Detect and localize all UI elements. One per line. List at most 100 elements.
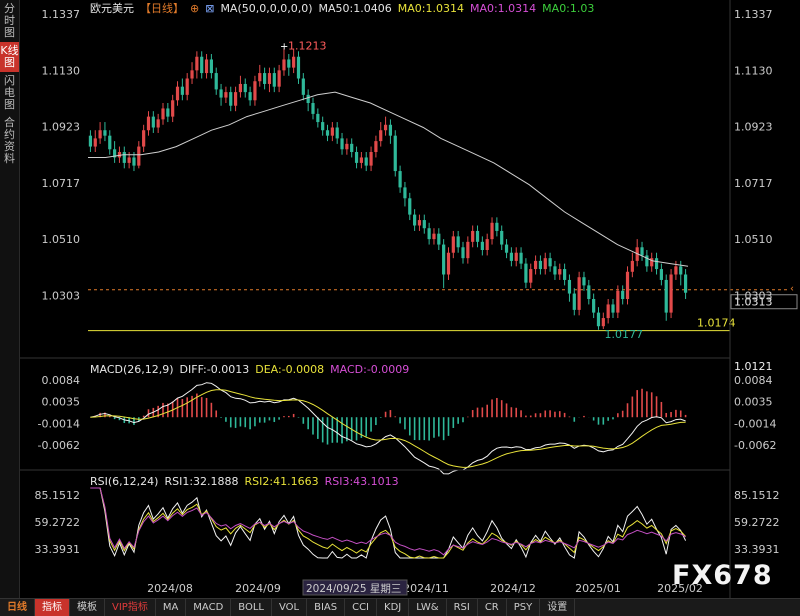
candle [563, 263, 567, 286]
candle [582, 271, 586, 291]
candle [442, 239, 446, 289]
candle [267, 67, 272, 93]
toolbar-tab-11[interactable]: LW& [409, 599, 447, 616]
macd-title: MACD(26,12,9) [90, 363, 174, 376]
macd-diff-line [90, 382, 686, 475]
toolbar-tab-8[interactable]: BIAS [307, 599, 346, 616]
candle [238, 75, 243, 98]
candle [248, 86, 252, 106]
candle [650, 252, 654, 272]
candle [175, 81, 180, 106]
add-icon[interactable]: ⊕ [190, 2, 199, 15]
toolbar-tab-3[interactable]: VIP指标 [105, 599, 156, 616]
chart-canvas[interactable]: 1.01741.0313‹1.01211.1213+1.0177 MACD(26… [0, 0, 800, 598]
candle [601, 312, 605, 329]
toolbar-tab-2[interactable]: 模板 [70, 599, 105, 616]
toolbar-tab-9[interactable]: CCI [345, 599, 378, 616]
toolbar-tab-4[interactable]: MA [156, 599, 187, 616]
candle [572, 288, 576, 316]
candle [616, 285, 620, 319]
tab-kline[interactable]: K线图 [0, 42, 19, 72]
candle [567, 274, 572, 302]
candle [156, 113, 160, 133]
rsi-tick-label: 85.1512 [35, 489, 81, 502]
candle [243, 78, 247, 98]
rsi-title: RSI(6,12,24) [90, 475, 158, 488]
ma0-value-3: MA0:1.03 [542, 2, 594, 15]
candle [427, 222, 431, 245]
chart-type-icon[interactable]: ⊠ [205, 2, 214, 15]
toolbar-tab-13[interactable]: CR [478, 599, 507, 616]
candle [345, 138, 349, 155]
candle [214, 67, 218, 95]
svg-text:2024/09/25 星期三: 2024/09/25 星期三 [306, 583, 401, 595]
candle [316, 108, 320, 128]
macd-tick-label: 0.0084 [42, 374, 81, 387]
candle [466, 236, 470, 264]
candle [287, 54, 291, 76]
candle [98, 122, 102, 144]
toolbar-tab-14[interactable]: PSY [507, 599, 541, 616]
candle [103, 122, 107, 142]
candle [88, 130, 93, 153]
macd-tick-label: -0.0014 [38, 417, 80, 430]
macd-dea-line [90, 389, 686, 468]
candle [674, 260, 678, 280]
candle [500, 225, 504, 251]
macd-tick-label: 0.0035 [42, 396, 81, 409]
price-tick-label: 1.1337 [42, 8, 81, 21]
tab-contract[interactable]: 合约资料 [0, 114, 19, 168]
rsi2-label: RSI2:41.1663 [245, 475, 319, 488]
rsi-tick-label: 59.2722 [35, 516, 81, 529]
candle [142, 124, 146, 153]
price-tick-label-right: 1.0717 [734, 177, 773, 190]
candle [480, 236, 484, 256]
candle [383, 116, 388, 136]
toolbar-tab-10[interactable]: KDJ [377, 599, 410, 616]
candle [403, 181, 407, 207]
tab-timeshare[interactable]: 分时图 [0, 0, 19, 42]
candle [301, 73, 305, 101]
rsi1-line [90, 487, 687, 559]
toolbar-tab-6[interactable]: BOLL [231, 599, 272, 616]
candle [258, 64, 262, 87]
toolbar-tab-15[interactable]: 设置 [540, 599, 576, 616]
candle [471, 225, 475, 248]
candle [233, 86, 238, 112]
tab-flash[interactable]: 闪电图 [0, 72, 19, 114]
candle [388, 119, 393, 144]
macd-diff-label: DIFF:-0.0013 [180, 363, 250, 376]
candle [630, 252, 634, 278]
extra-price-label: 1.0121 [734, 360, 773, 373]
candle [200, 51, 204, 79]
candle [548, 252, 552, 272]
candle [204, 54, 209, 79]
candle [446, 247, 451, 280]
toolbar-tab-7[interactable]: VOL [272, 599, 308, 616]
rsi-tick-label-right: 33.3931 [734, 543, 780, 556]
chart-header: 欧元美元 【日线】 ⊕ ⊠ MA(50,0,0,0,0,0) MA50:1.0406 MA0… [90, 1, 594, 15]
toolbar-tab-12[interactable]: RSI [447, 599, 478, 616]
toolbar-tab-1[interactable]: 指标 [35, 599, 70, 616]
toolbar-tab-0[interactable]: 日线 [0, 599, 35, 616]
candle [422, 214, 426, 234]
macd-macd-label: MACD:-0.0009 [330, 363, 409, 376]
candle [558, 263, 562, 280]
candle [93, 130, 97, 153]
candle [379, 122, 383, 147]
candle [432, 228, 436, 245]
candle [374, 135, 378, 158]
ma0-value-1: MA0:1.0314 [398, 2, 464, 15]
candle [229, 86, 233, 112]
ma50-line [88, 91, 689, 267]
candle [354, 146, 359, 169]
candle [296, 51, 301, 84]
low-label: 1.0177 [604, 328, 643, 341]
candle [533, 255, 538, 275]
candle [369, 146, 373, 172]
candle [263, 67, 267, 90]
candle [490, 217, 494, 245]
toolbar-tab-5[interactable]: MACD [186, 599, 232, 616]
candle [524, 258, 528, 289]
price-pane[interactable]: 1.01741.0313‹1.01211.1213+1.0177 [88, 40, 798, 373]
